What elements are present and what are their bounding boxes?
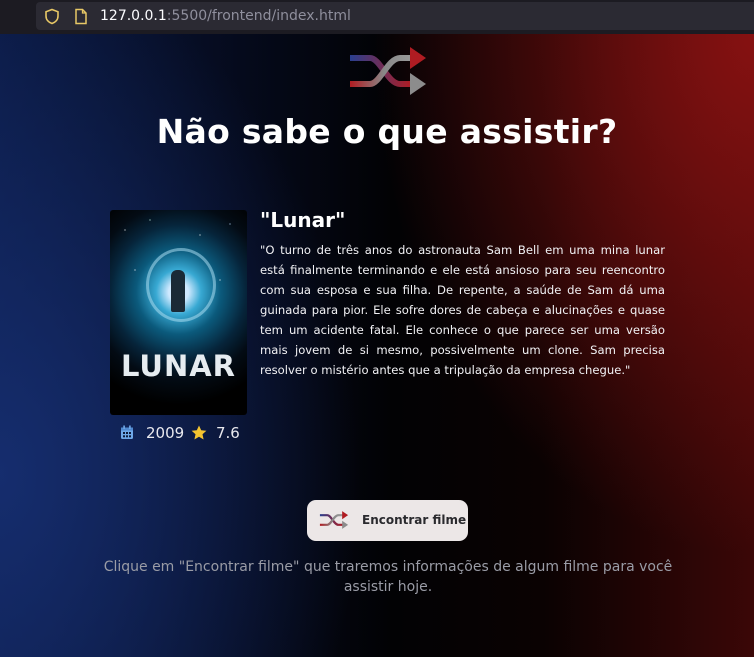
- url-path: :5500/frontend/index.html: [166, 8, 351, 24]
- movie-synopsis: "O turno de três anos do astronauta Sam …: [260, 243, 665, 377]
- url-text[interactable]: 127.0.0.1:5500/frontend/index.html: [100, 8, 351, 24]
- hint-text: Clique em "Encontrar filme" que traremos…: [103, 559, 673, 595]
- shield-icon[interactable]: [44, 8, 60, 25]
- poster-astronaut: [171, 270, 185, 312]
- find-movie-label: Encontrar filme: [362, 513, 467, 527]
- url-host: 127.0.0.1: [100, 8, 167, 24]
- page-title: Não sabe o que assistir?: [156, 112, 618, 151]
- poster-title: LUNAR: [120, 349, 237, 383]
- calendar-icon: [121, 425, 133, 439]
- browser-toolbar: 127.0.0.1:5500/frontend/index.html: [0, 0, 754, 34]
- movie-rating: 7.6: [216, 424, 240, 442]
- page-content: Não sabe o que assistir? LUNAR 2009 7.6 …: [0, 34, 754, 657]
- movie-poster: LUNAR: [110, 210, 247, 415]
- shuffle-icon: [319, 511, 349, 529]
- star-icon: [191, 425, 207, 440]
- shuffle-icon: [350, 47, 426, 95]
- page-icon: [75, 8, 87, 25]
- find-movie-button[interactable]: Encontrar filme: [307, 500, 468, 541]
- movie-year: 2009: [146, 424, 185, 442]
- movie-title: "Lunar": [260, 208, 346, 232]
